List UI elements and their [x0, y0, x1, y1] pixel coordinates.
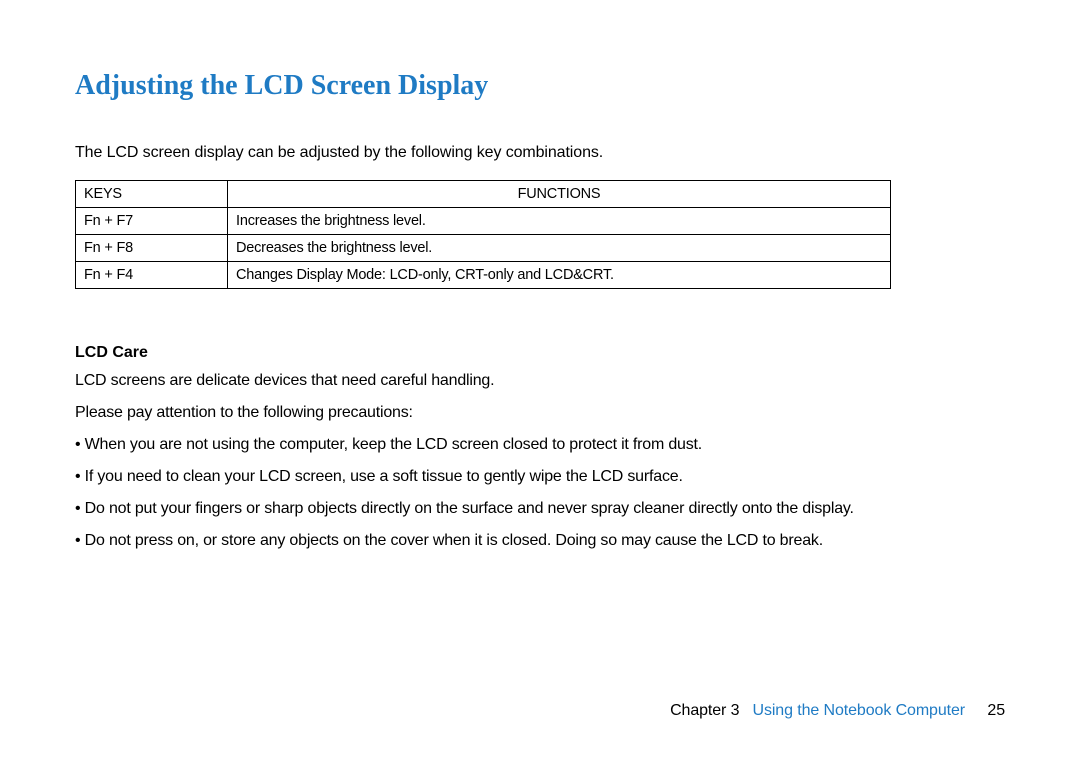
table-row: Fn + F4 Changes Display Mode: LCD-only, …	[76, 262, 891, 289]
chapter-name: Using the Notebook Computer	[753, 702, 966, 719]
cell-functions: Increases the brightness level.	[228, 208, 891, 235]
table-row: Fn + F7 Increases the brightness level.	[76, 208, 891, 235]
bullet-item: • When you are not using the computer, k…	[75, 436, 1005, 454]
bullet-item: • Do not press on, or store any objects …	[75, 532, 1005, 550]
page-footer: Chapter 3 Using the Notebook Computer 25	[670, 702, 1005, 720]
body-paragraph: Please pay attention to the following pr…	[75, 404, 1005, 422]
body-paragraph: LCD screens are delicate devices that ne…	[75, 372, 1005, 390]
cell-functions: Decreases the brightness level.	[228, 235, 891, 262]
cell-keys: Fn + F8	[76, 235, 228, 262]
header-functions: FUNCTIONS	[228, 181, 891, 208]
bullet-item: • Do not put your fingers or sharp objec…	[75, 500, 1005, 518]
section-heading: LCD Care	[75, 344, 1005, 362]
chapter-label: Chapter 3	[670, 702, 739, 719]
page-title: Adjusting the LCD Screen Display	[75, 70, 1005, 102]
table-header-row: KEYS FUNCTIONS	[76, 181, 891, 208]
page-number: 25	[987, 702, 1005, 719]
cell-keys: Fn + F7	[76, 208, 228, 235]
header-keys: KEYS	[76, 181, 228, 208]
key-functions-table: KEYS FUNCTIONS Fn + F7 Increases the bri…	[75, 180, 891, 289]
cell-keys: Fn + F4	[76, 262, 228, 289]
table-row: Fn + F8 Decreases the brightness level.	[76, 235, 891, 262]
cell-functions: Changes Display Mode: LCD-only, CRT-only…	[228, 262, 891, 289]
bullet-item: • If you need to clean your LCD screen, …	[75, 468, 1005, 486]
intro-text: The LCD screen display can be adjusted b…	[75, 144, 1005, 162]
